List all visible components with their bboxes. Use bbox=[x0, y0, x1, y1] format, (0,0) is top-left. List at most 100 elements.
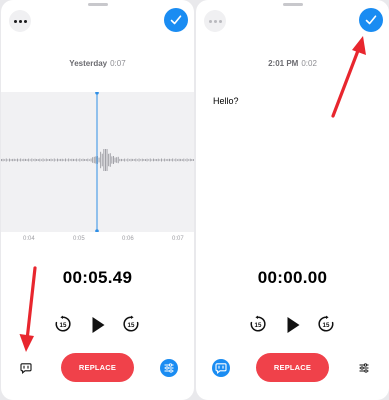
sliders-icon bbox=[359, 363, 369, 373]
waveform-bar bbox=[73, 158, 74, 162]
waveform-bar bbox=[101, 153, 103, 167]
timeline-tick: 0:04 bbox=[23, 236, 35, 242]
waveform-bar bbox=[2, 158, 4, 162]
waveform-bar bbox=[17, 158, 18, 162]
waveform-bar bbox=[53, 158, 55, 162]
replace-button[interactable]: REPLACE bbox=[61, 353, 134, 382]
recording-duration: 0:02 bbox=[301, 59, 317, 68]
waveform-bar bbox=[189, 158, 191, 162]
waveform-bar bbox=[87, 158, 89, 162]
timeline-ruler: 0:04 0:05 0:06 0:07 bbox=[1, 236, 194, 246]
waveform-bar bbox=[69, 159, 71, 161]
waveform-bar bbox=[74, 159, 76, 161]
transcript-button[interactable] bbox=[17, 359, 35, 377]
waveform-bar bbox=[114, 157, 116, 163]
options-button[interactable] bbox=[160, 359, 178, 377]
waveform-bar bbox=[119, 158, 121, 162]
timeline-tick: 0:07 bbox=[172, 236, 184, 242]
waveform-bar bbox=[117, 156, 119, 164]
waveform-bar bbox=[9, 158, 10, 162]
svg-text:15: 15 bbox=[60, 322, 67, 329]
waveform-bar bbox=[111, 156, 113, 164]
waveform-bar bbox=[103, 149, 105, 171]
play-icon[interactable] bbox=[284, 315, 302, 335]
waveform-bar bbox=[7, 159, 9, 161]
skip-back-15-icon[interactable]: 15 bbox=[249, 315, 267, 333]
checkmark-icon bbox=[170, 15, 182, 25]
waveform-bar bbox=[188, 159, 190, 161]
waveform-bar bbox=[125, 159, 127, 161]
screenshot-stage: Yesterday 0:07 0:04 0:05 0:06 0:07 00:05.… bbox=[0, 0, 389, 400]
recording-date: Yesterday bbox=[69, 59, 108, 68]
elapsed-time: 00:00.00 bbox=[257, 268, 328, 287]
recording-info: Yesterday 0:07 bbox=[1, 59, 194, 68]
skip-back-15-icon[interactable]: 15 bbox=[54, 315, 72, 333]
options-button[interactable] bbox=[355, 359, 373, 377]
waveform-bar bbox=[92, 157, 94, 163]
sheet-grabber[interactable] bbox=[282, 3, 303, 6]
waveform-bar bbox=[167, 158, 169, 162]
waveform-bar bbox=[135, 158, 137, 162]
waveform-bar bbox=[90, 158, 92, 162]
waveform-bar bbox=[116, 157, 118, 163]
waveform[interactable] bbox=[1, 92, 194, 232]
transcript-button-active[interactable] bbox=[212, 359, 230, 377]
skip-forward-15-icon[interactable]: 15 bbox=[122, 315, 140, 333]
more-button[interactable] bbox=[204, 10, 226, 32]
waveform-bar bbox=[28, 158, 30, 162]
waveform-bar bbox=[42, 158, 44, 162]
waveform-bar bbox=[58, 159, 60, 161]
waveform-bar bbox=[98, 157, 100, 163]
done-button[interactable] bbox=[164, 8, 188, 32]
waveform-bar bbox=[81, 159, 82, 161]
waveform-bar bbox=[154, 159, 156, 161]
skip-forward-15-icon[interactable]: 15 bbox=[317, 315, 335, 333]
waveform-bar bbox=[15, 159, 17, 161]
playhead-bottom-handle[interactable] bbox=[95, 229, 99, 232]
waveform-bar bbox=[157, 158, 159, 162]
play-icon[interactable] bbox=[89, 315, 107, 335]
more-button[interactable] bbox=[9, 10, 31, 32]
waveform-bar bbox=[36, 159, 38, 161]
waveform-bar bbox=[153, 158, 154, 162]
bottom-toolbar: REPLACE bbox=[1, 353, 194, 383]
recording-date: 2:01 PM bbox=[268, 59, 299, 68]
transcript-text[interactable]: Hello? bbox=[213, 96, 239, 106]
waveform-bar bbox=[50, 158, 52, 162]
waveform-bar bbox=[149, 158, 151, 162]
waveform-bar bbox=[140, 159, 142, 161]
checkmark-icon bbox=[365, 15, 377, 25]
timeline-tick: 0:05 bbox=[73, 236, 85, 242]
playhead-top-handle[interactable] bbox=[95, 92, 99, 95]
waveform-bar bbox=[105, 149, 106, 171]
waveform-bar bbox=[82, 158, 84, 162]
waveform-bar bbox=[122, 159, 124, 161]
waveform-bar bbox=[162, 159, 164, 161]
transcript-bubble-icon bbox=[215, 363, 227, 374]
waveform-bar bbox=[25, 158, 26, 161]
waveform-bar bbox=[109, 153, 111, 167]
waveform-bar bbox=[95, 156, 97, 164]
waveform-bar bbox=[141, 158, 143, 162]
waveform-bar bbox=[175, 158, 177, 162]
done-button[interactable] bbox=[359, 8, 383, 32]
waveform-bar bbox=[193, 159, 194, 161]
sheet-grabber[interactable] bbox=[87, 3, 108, 6]
waveform-bar bbox=[37, 159, 39, 161]
waveform-bar bbox=[156, 159, 158, 162]
waveform-bar bbox=[84, 159, 86, 161]
waveform-bar bbox=[5, 158, 7, 162]
waveform-bar bbox=[13, 158, 15, 162]
waveform-bar bbox=[172, 158, 174, 162]
waveform-bar bbox=[4, 159, 6, 161]
waveform-bar bbox=[169, 158, 170, 162]
waveform-bar bbox=[93, 156, 95, 164]
more-icon bbox=[13, 19, 17, 23]
playback-controls: 15 15 bbox=[1, 314, 194, 336]
waveform-bar bbox=[60, 158, 62, 162]
waveform-bar bbox=[55, 159, 57, 161]
waveform-bar bbox=[76, 158, 78, 162]
replace-button[interactable]: REPLACE bbox=[256, 353, 329, 382]
waveform-bar bbox=[77, 159, 79, 161]
waveform-bar bbox=[39, 158, 41, 162]
